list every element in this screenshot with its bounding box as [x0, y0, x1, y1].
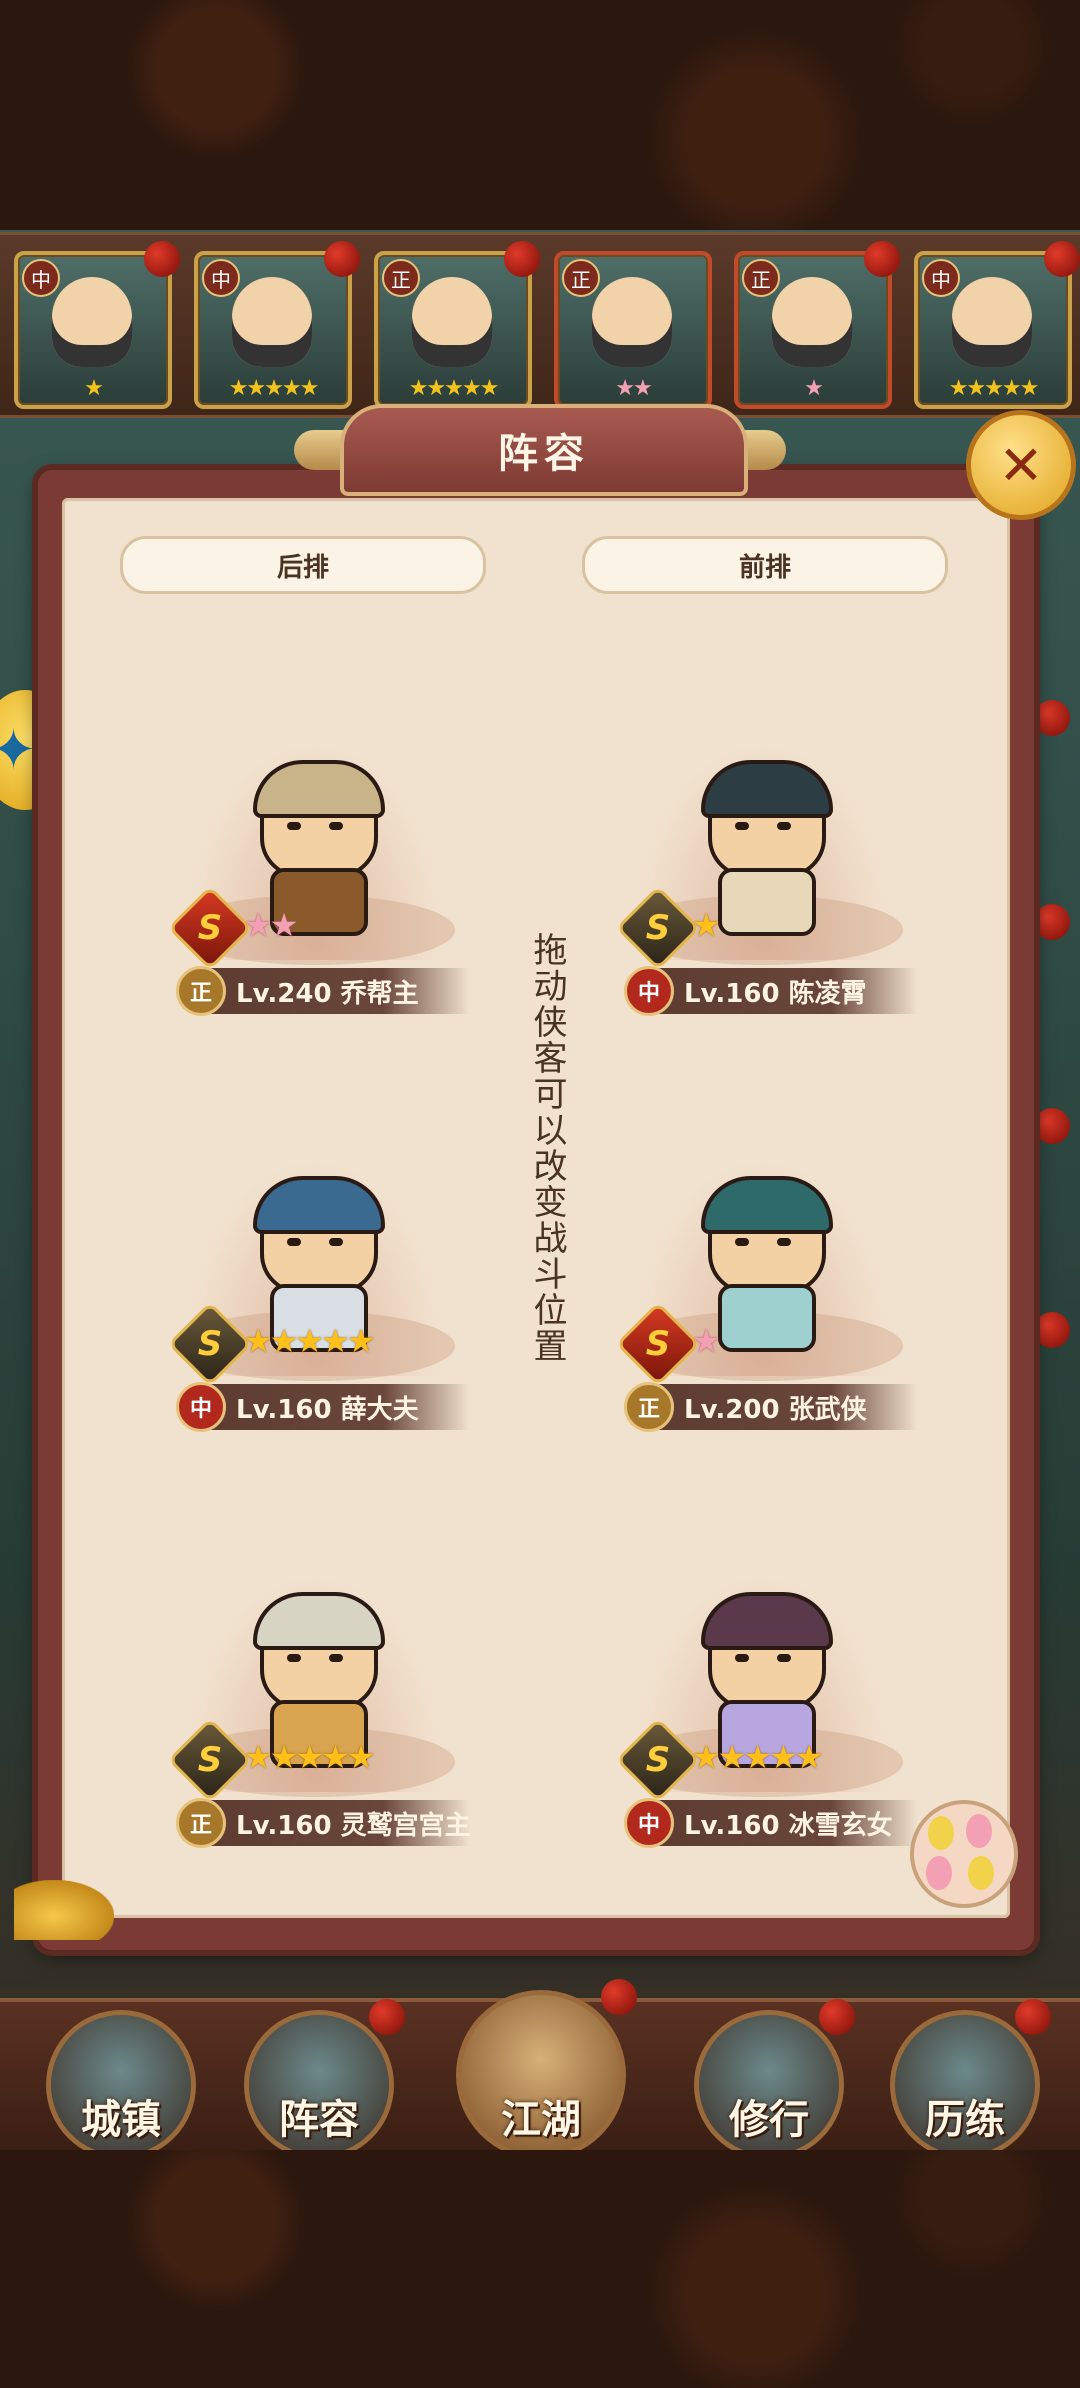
hero-stars: ★: [692, 1322, 721, 1360]
hero-stars: ★★★★★: [244, 1738, 375, 1776]
cloud-ornament-icon: [14, 1880, 114, 1940]
faction-badge: 中: [202, 259, 240, 297]
hero-nameplate: 正 Lv.200 张武侠: [624, 1382, 918, 1432]
hero-sprite-icon: [693, 1176, 833, 1352]
hero-stars: ★★: [244, 906, 298, 944]
hero-face-icon: [412, 277, 492, 367]
hero-nameplate: 中 Lv.160 冰雪玄女: [624, 1798, 918, 1848]
nav-lineup[interactable]: 阵容: [244, 1999, 405, 2160]
hero-slot-front-2[interactable]: S ★ 正 Lv.200 张武侠: [598, 1136, 928, 1436]
hero-sprite-icon: [245, 1176, 385, 1352]
portrait-stars: ★★★★★: [948, 376, 1040, 401]
hero-stars: ★: [692, 906, 721, 944]
portrait-stars: ★: [804, 376, 824, 401]
nav-jianghu[interactable]: 江湖: [456, 1979, 637, 2160]
roster-portrait-1[interactable]: 中 ★: [14, 241, 180, 409]
hero-sprite-icon: [245, 1592, 385, 1768]
notification-dot: [864, 241, 900, 277]
portrait-stars: ★★: [615, 376, 652, 401]
notification-dot: [1034, 904, 1070, 940]
roster-portrait-2[interactable]: 中 ★★★★★: [194, 241, 360, 409]
hero-slot-back-2[interactable]: S ★★★★★ 中 Lv.160 薛大夫: [150, 1136, 480, 1436]
faction-badge: 正: [176, 1798, 226, 1848]
front-row-label: 前排: [582, 536, 948, 594]
hero-sprite-icon: [245, 760, 385, 936]
faction-badge: 中: [176, 1382, 226, 1432]
nav-training[interactable]: 历练: [890, 1999, 1051, 2160]
faction-badge: 中: [624, 1798, 674, 1848]
faction-badge: 正: [562, 259, 600, 297]
hero-slot-front-3[interactable]: S ★★★★★ 中 Lv.160 冰雪玄女: [598, 1552, 928, 1852]
nav-label: 江湖: [501, 2097, 581, 2143]
notification-dot: [369, 1999, 405, 2035]
hero-face-icon: [592, 277, 672, 367]
roster-portrait-4[interactable]: 正 ★★: [554, 251, 712, 409]
hero-face-icon: [952, 277, 1032, 367]
faction-badge: 正: [742, 259, 780, 297]
hero-stars: ★★★★★: [244, 1322, 375, 1360]
hero-name: Lv.160 薛大夫: [236, 1394, 419, 1425]
faction-badge: 中: [922, 259, 960, 297]
faction-badge: 正: [176, 966, 226, 1016]
faction-badge: 正: [624, 1382, 674, 1432]
portrait-stars: ★: [84, 376, 104, 401]
close-icon: ✕: [998, 433, 1044, 497]
hero-name: Lv.240 乔帮主: [236, 978, 419, 1009]
nav-label: 修行: [729, 2097, 809, 2143]
hero-nameplate: 正 Lv.240 乔帮主: [176, 966, 470, 1016]
back-row-label: 后排: [120, 536, 486, 594]
hero-face-icon: [52, 277, 132, 367]
hero-name: Lv.160 灵鹫宫宫主: [236, 1810, 471, 1841]
hero-face-icon: [772, 277, 852, 367]
hero-sprite-icon: [693, 1592, 833, 1768]
portrait-stars: ★★★★★: [408, 376, 500, 401]
notification-dot: [324, 241, 360, 277]
notification-dot: [1044, 241, 1080, 277]
hero-slot-back-1[interactable]: S ★★ 正 Lv.240 乔帮主: [150, 720, 480, 1020]
notification-dot: [819, 1999, 855, 2035]
faction-badge: 中: [22, 259, 60, 297]
faction-badge: 正: [382, 259, 420, 297]
hero-stars: ★★★★★: [692, 1738, 823, 1776]
notification-dot: [144, 241, 180, 277]
nav-label: 历练: [925, 2097, 1005, 2143]
hero-nameplate: 正 Lv.160 灵鹫宫宫主: [176, 1798, 471, 1848]
roster-portrait-6[interactable]: 中 ★★★★★: [914, 241, 1080, 409]
hero-nameplate: 中 Lv.160 陈凌霄: [624, 966, 918, 1016]
nav-cultivate[interactable]: 修行: [694, 1999, 855, 2160]
top-background: [0, 0, 1080, 230]
drag-hint-text: 拖动侠客可以改变战斗位置: [527, 932, 567, 1364]
side-event-icon: ✦: [0, 718, 37, 783]
hero-slot-front-1[interactable]: S ★ 中 Lv.160 陈凌霄: [598, 720, 928, 1020]
nav-label: 城镇: [81, 2097, 161, 2143]
hero-name: Lv.200 张武侠: [684, 1394, 867, 1425]
hero-sprite-icon: [693, 760, 833, 936]
notification-dot: [1034, 1108, 1070, 1144]
hero-nameplate: 中 Lv.160 薛大夫: [176, 1382, 470, 1432]
bottom-background: [0, 2150, 1080, 2388]
roster-portrait-5[interactable]: 正 ★: [734, 241, 900, 409]
hero-name: Lv.160 冰雪玄女: [684, 1810, 893, 1841]
formation-skill-button[interactable]: [910, 1800, 1018, 1908]
roster-portrait-3[interactable]: 正 ★★★★★: [374, 241, 540, 409]
nav-town[interactable]: 城镇: [46, 2010, 196, 2160]
hero-slot-back-3[interactable]: S ★★★★★ 正 Lv.160 灵鹫宫宫主: [150, 1552, 480, 1852]
portrait-stars: ★★★★★: [228, 376, 320, 401]
notification-dot: [1015, 1999, 1051, 2035]
notification-dot: [1034, 700, 1070, 736]
notification-dot: [504, 241, 540, 277]
notification-dot: [1034, 1312, 1070, 1348]
nav-label: 阵容: [279, 2097, 359, 2143]
faction-badge: 中: [624, 966, 674, 1016]
hero-roster-bar: 中 ★ 中 ★★★★★ 正 ★★★★★ 正 ★★ 正 ★ 中 ★★★★★: [0, 232, 1080, 418]
panel-title: 阵容: [340, 404, 748, 496]
notification-dot: [601, 1979, 637, 2015]
hero-name: Lv.160 陈凌霄: [684, 978, 867, 1009]
close-button[interactable]: ✕: [966, 410, 1076, 520]
hero-face-icon: [232, 277, 312, 367]
